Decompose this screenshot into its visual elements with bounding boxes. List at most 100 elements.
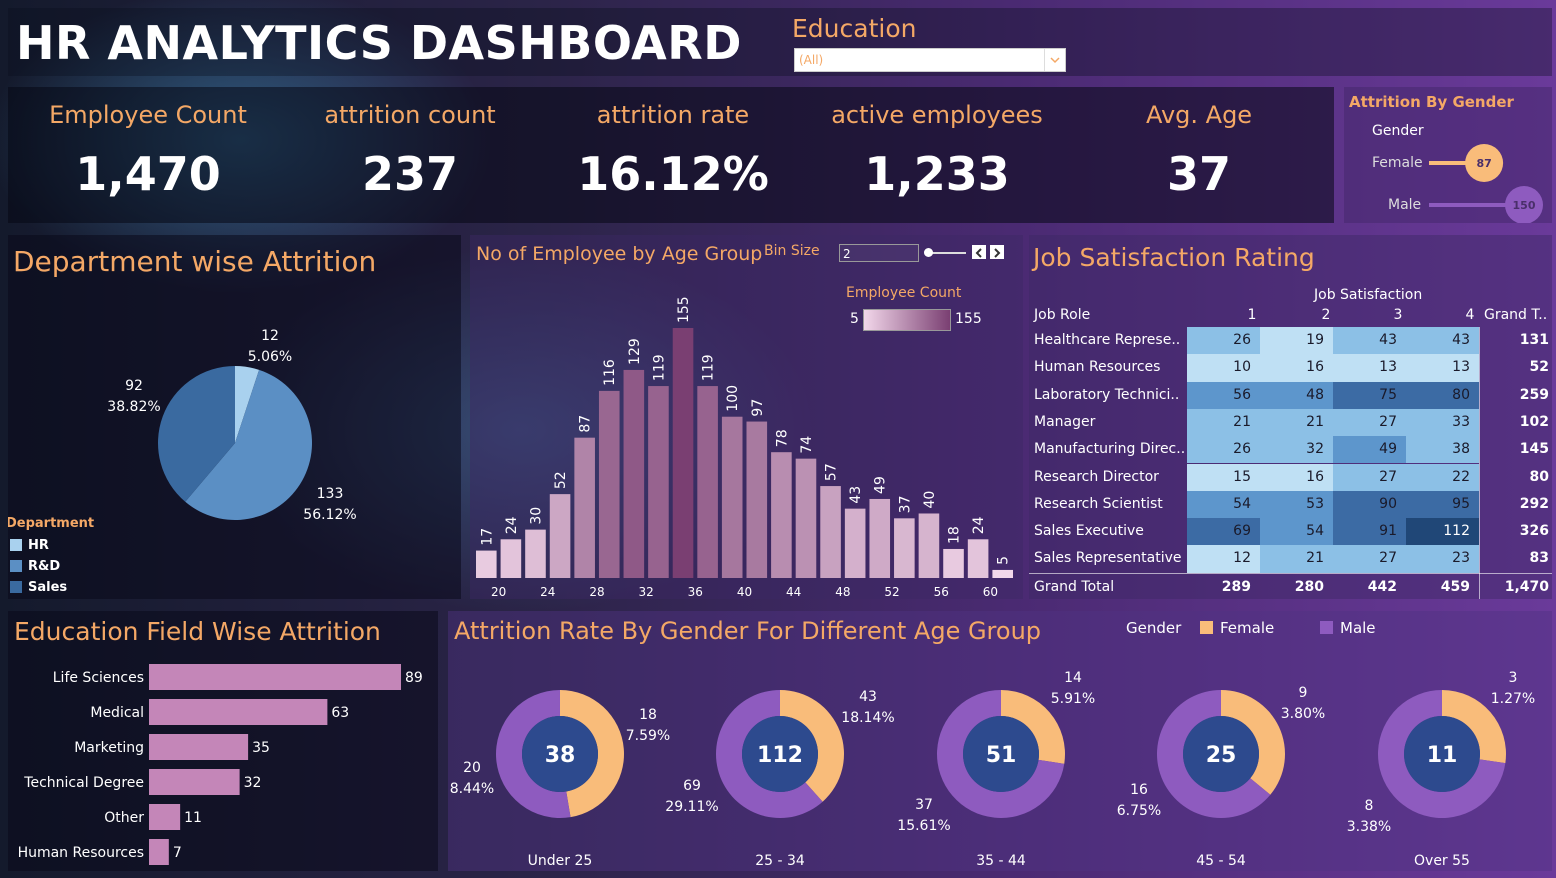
kpi-panel: Employee Count 1,470 attrition count 237… [8,87,1334,223]
satisfaction-column-header: 3 [1393,307,1403,323]
job-role-label: Sales Representative [1034,550,1182,567]
heatmap-cell-value: 27 [1379,468,1397,485]
histogram-bar-label: 78 [774,429,790,447]
table-row[interactable]: Research Director 15 16 27 22 80 [1029,463,1552,491]
education-bar [149,664,401,690]
heatmap-cell-value: 21 [1306,550,1324,567]
heatmap-cell-value: 80 [1452,386,1470,403]
bar-value-label: 7 [173,845,182,861]
female-percent-label: 7.59% [626,728,670,744]
x-axis-tick-label: 28 [589,585,604,599]
column-total: 289 [1221,578,1251,595]
histogram-bar-label: 57 [824,463,840,481]
table-row[interactable]: Healthcare Represe.. 26 19 43 43 131 [1029,327,1552,355]
heatmap-cell-value: 91 [1379,523,1397,540]
table-row[interactable]: Manufacturing Direc.. 26 32 49 38 145 [1029,436,1552,464]
histogram-bar [894,518,915,578]
grand-total-row: Grand Total 289 280 442 459 1,470 [1029,572,1552,599]
kpi-value: 237 [361,147,459,201]
kpi-value: 16.12% [577,147,769,201]
kpi-label: attrition rate [596,101,750,129]
legend-swatch [10,581,22,593]
heatmap-cell-value: 19 [1306,332,1324,348]
education-bar [149,804,181,830]
heatmap-cell-value: 26 [1233,332,1251,348]
histogram-bar [648,386,669,578]
category-label: Marketing [74,740,144,756]
grand-total-label: Grand Total [1034,578,1115,595]
department-pie-chart: 12 5.06% 133 56.12% 92 38.82% [107,328,356,523]
table-row[interactable]: Research Scientist 54 53 90 95 292 [1029,490,1552,519]
table-row[interactable]: Sales Executive 69 54 91 112 326 [1029,518,1552,546]
pie-value-label: 12 [261,328,279,344]
histogram-bar-label: 5 [996,556,1012,565]
gender-lollipop-chart: 87 150 [1429,144,1543,223]
gender-age-donut-charts: 38187.59%208.44%Under 251124318.14%6929.… [450,670,1535,869]
histogram-bar [943,548,964,578]
x-axis-tick-label: 24 [540,585,555,599]
heatmap-cell-value: 56 [1233,386,1251,403]
chevron-down-icon[interactable] [1044,49,1065,71]
satisfaction-column-header: 2 [1321,307,1331,323]
histogram-bar [672,328,694,578]
table-row[interactable]: Sales Representative 12 21 27 23 83 [1029,545,1552,573]
bar-value-label: 11 [184,810,202,826]
x-axis-tick-label: 56 [934,585,949,599]
job-satisfaction-column-group: Job Satisfaction [1314,287,1423,303]
histogram-bar-label: 40 [922,491,938,509]
histogram-bar-label: 24 [971,516,987,534]
heatmap-cell-value: 53 [1306,495,1324,512]
male-percent-label: 8.44% [450,781,494,797]
department-attrition-panel: Department wise Attrition 12 5.06% 133 56.1… [8,235,461,599]
heatmap-cell-value: 54 [1306,523,1324,540]
column-total: 459 [1440,578,1470,595]
heatmap-cell-value: 13 [1379,359,1397,376]
kpi-value: 1,233 [864,147,1010,201]
row-total: 131 [1519,332,1549,348]
heatmap-cell-value: 43 [1452,332,1470,348]
age-group-label: 35 - 44 [976,853,1026,869]
age-histogram: 17 24 30 52 87 116 129 119 155 119 100 97 78 74 57 43 49… [476,296,1013,599]
job-role-header: Job Role [1034,307,1091,323]
heatmap-cell-value: 38 [1452,441,1470,458]
age-group-label: Over 55 [1414,853,1470,869]
histogram-bar-label: 116 [602,359,618,386]
row-total: 326 [1519,523,1549,540]
heatmap-cell-value: 27 [1379,550,1397,567]
female-count-label: 3 [1509,670,1518,686]
histogram-bar-label: 129 [627,338,643,365]
page-title: HR ANALYTICS DASHBOARD [16,16,742,70]
column-total: 280 [1294,578,1324,595]
kpi-label: Avg. Age [1145,101,1253,129]
row-total: 80 [1529,468,1549,485]
table-row[interactable]: Laboratory Technici.. 56 48 75 80 259 [1029,381,1552,409]
category-label: Medical [90,705,144,721]
table-row[interactable]: Manager 21 21 27 33 102 [1029,408,1552,437]
heatmap-cell-value: 33 [1452,413,1470,430]
table-row[interactable]: Human Resources 10 16 13 13 52 [1029,354,1552,382]
job-satisfaction-panel: Job Satisfaction Rating Job Satisfaction… [1029,235,1552,599]
x-axis-tick-label: 32 [638,585,653,599]
histogram-bar-label: 74 [799,436,815,454]
female-count-label: 9 [1299,685,1308,701]
job-role-label: Laboratory Technici.. [1034,386,1180,403]
histogram-bar [820,486,841,578]
category-label: Life Sciences [53,670,144,686]
row-total: 259 [1519,386,1549,403]
x-axis-tick-label: 44 [786,585,801,599]
x-axis-tick-label: 36 [688,585,703,599]
female-count-label: 43 [859,689,877,705]
age-group-label: Under 25 [528,853,593,869]
education-filter-dropdown[interactable]: (All) [794,48,1066,72]
bar-value-label: 63 [331,705,349,721]
bar-value-label: 89 [405,670,423,686]
legend-swatch [10,560,22,572]
histogram-bar-label: 30 [528,507,544,525]
age-group-label: 25 - 34 [755,853,805,869]
heatmap-cell-value: 21 [1306,413,1324,430]
histogram-bar [574,437,595,578]
histogram-bar [795,458,817,578]
male-percent-label: 29.11% [665,799,718,815]
column-total: 442 [1367,578,1397,595]
histogram-bar-label: 97 [750,399,766,417]
